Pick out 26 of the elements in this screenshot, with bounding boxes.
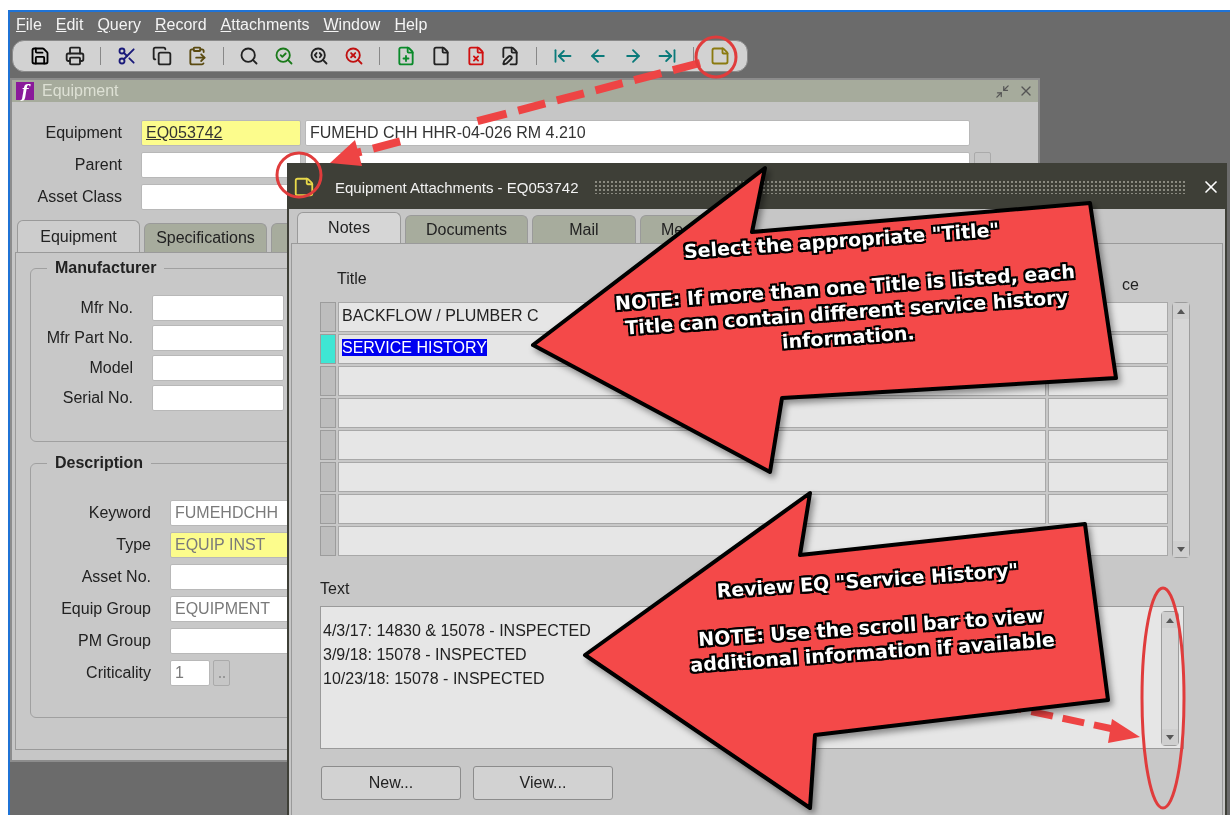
field-label: Serial No.: [61, 389, 133, 407]
field-label: Criticality: [85, 664, 151, 682]
window-title: Equipment: [42, 82, 119, 100]
column-header: ce: [1122, 276, 1139, 294]
field-label: Equipment: [44, 124, 122, 142]
column-header: Title: [337, 270, 367, 288]
group-legend: Description: [47, 454, 151, 472]
group-legend: Manufacturer: [47, 259, 165, 277]
field-label: Parent: [73, 156, 122, 174]
field-label: Asset Class: [36, 188, 122, 206]
field-label: Type: [115, 536, 151, 554]
text-line: 10/23/18: 15078 - INSPECTED: [323, 669, 545, 689]
field-label: Mfr Part No.: [45, 329, 133, 347]
field-label: Text: [320, 580, 350, 597]
field-label: Keyword: [87, 504, 151, 522]
text-line: 4/3/17: 14830 & 15078 - INSPECTED: [323, 621, 591, 641]
field-label: Model: [88, 359, 133, 377]
field-label: Equip Group: [60, 600, 151, 618]
field-label: Asset No.: [80, 568, 151, 586]
field-label: Mfr No.: [79, 299, 133, 317]
window-title: Equipment Attachments - EQ053742: [335, 178, 579, 196]
text-line: 3/9/18: 15078 - INSPECTED: [323, 645, 527, 665]
callout-heading: Review EQ "Service History": [715, 557, 1020, 604]
app-logo: f: [16, 82, 34, 100]
callout-note: NOTE: Use the scroll bar to view additional information if available: [688, 602, 1057, 678]
field-label: PM Group: [77, 632, 151, 650]
